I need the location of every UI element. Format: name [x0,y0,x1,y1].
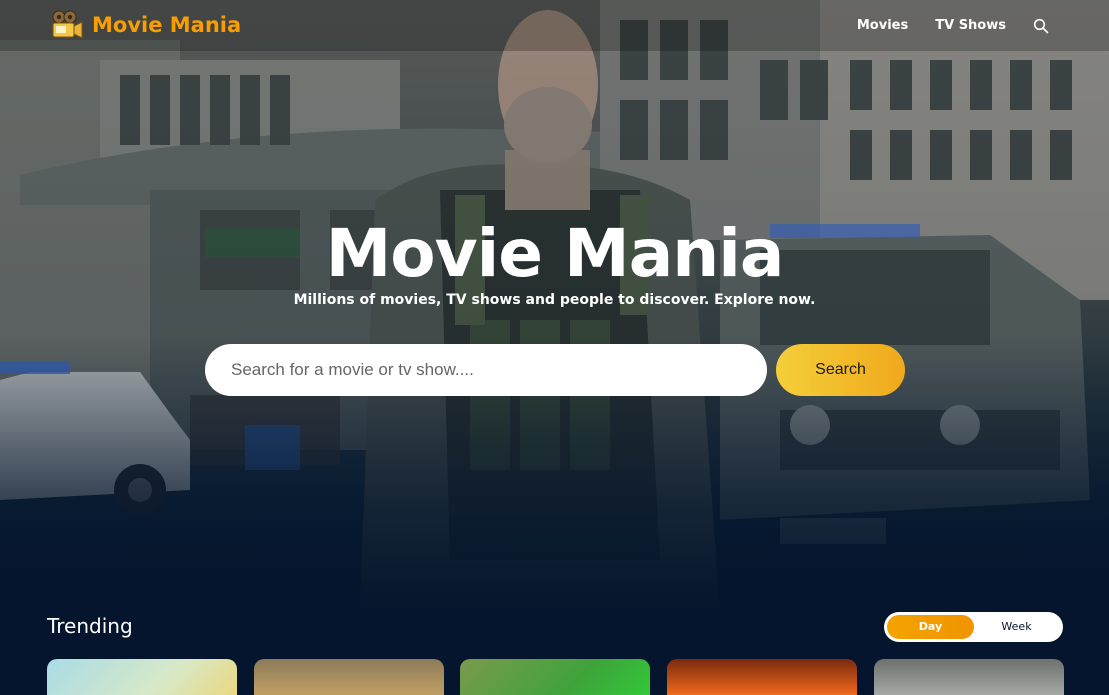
movie-card[interactable] [667,659,857,695]
main-nav: Movies TV Shows [830,0,1049,51]
trending-time-switch: Day Week [884,612,1063,642]
hero-search-bar: Search [205,344,905,396]
hero-title: Movie Mania [325,215,785,292]
nav-tv-shows[interactable]: TV Shows [935,18,1006,33]
top-header: Movie Mania Movies TV Shows [0,0,1109,51]
search-button[interactable]: Search [776,344,905,396]
film-camera-icon [52,10,83,39]
movie-card[interactable] [254,659,444,695]
search-input[interactable] [205,344,767,396]
logo[interactable]: Movie Mania [51,10,241,40]
nav-movies[interactable]: Movies [857,18,908,33]
movie-card[interactable] [47,659,237,695]
search-icon[interactable] [1033,18,1049,34]
hero-subtitle: Millions of movies, TV shows and people … [293,292,816,308]
movie-card[interactable] [874,659,1064,695]
movie-card[interactable] [460,659,650,695]
tab-day[interactable]: Day [887,612,974,642]
page: Movie Mania Movies TV Shows Movie Mania … [0,0,1109,695]
trending-title: Trending [47,614,133,638]
logo-text: Movie Mania [92,13,242,37]
tab-week[interactable]: Week [973,612,1060,642]
